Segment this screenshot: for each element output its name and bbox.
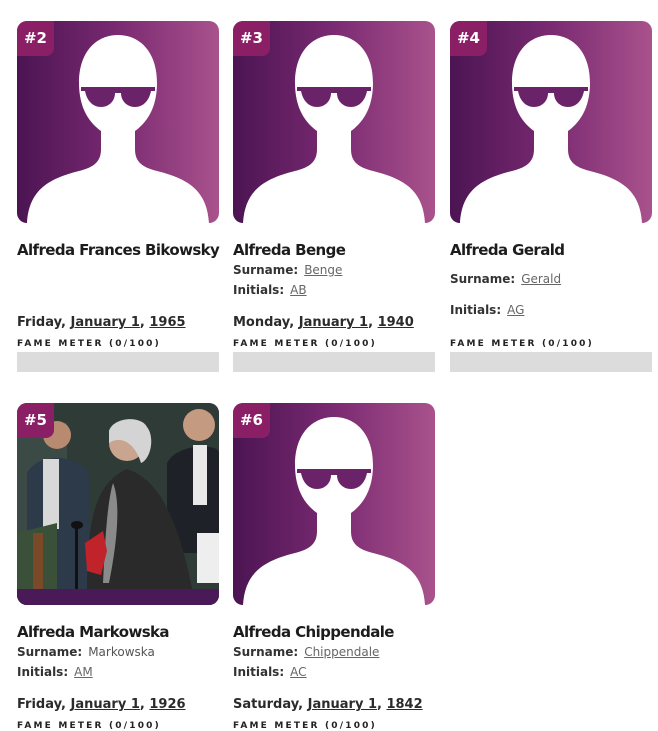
person-name[interactable]: Alfreda Gerald [450, 241, 652, 259]
surname-link[interactable]: Benge [304, 263, 342, 277]
initials-row: Initials: AC [233, 665, 307, 679]
initials-link[interactable]: AM [74, 665, 93, 679]
profile-photo[interactable]: #2 [17, 21, 219, 223]
fame-meter-label: FAME METER (0/100) [17, 339, 161, 349]
surname-row: Surname: Benge [233, 263, 343, 277]
initials-row: Initials: AM [17, 665, 93, 679]
person-card: #5 Alfreda Markowska Surname: Markowska I… [17, 403, 219, 731]
profile-photo[interactable]: #3 [233, 21, 435, 223]
birth-date: Monday, January 1, 1940 [233, 315, 414, 330]
fame-meter-bar [17, 352, 219, 372]
fame-meter-label: FAME METER (0/100) [233, 339, 377, 349]
profile-photo[interactable]: #6 [233, 403, 435, 605]
person-card: #6 Alfreda Chippendale Surname: Chippenda… [233, 403, 435, 731]
birth-year-link[interactable]: 1842 [386, 697, 422, 712]
initials-link[interactable]: AB [290, 283, 306, 297]
rank-badge: #3 [233, 21, 270, 56]
initials-row: Initials: AG [450, 303, 525, 317]
birth-date: Friday, January 1, 1965 [17, 315, 186, 330]
birth-year-link[interactable]: 1965 [149, 315, 185, 330]
birth-date-link[interactable]: January 1 [71, 697, 140, 712]
rank-badge: #6 [233, 403, 270, 438]
profile-photo[interactable]: #4 [450, 21, 652, 223]
person-name[interactable]: Alfreda Chippendale [233, 623, 435, 641]
rank-badge: #4 [450, 21, 487, 56]
initials-link[interactable]: AC [290, 665, 306, 679]
surname-row: Surname: Markowska [17, 645, 155, 659]
surname-link[interactable]: Gerald [521, 272, 561, 286]
person-name[interactable]: Alfreda Markowska [17, 623, 219, 641]
person-card: #2 Alfreda Frances Bikowsky Friday, Janu… [17, 21, 220, 372]
birth-year-link[interactable]: 1926 [149, 697, 185, 712]
fame-meter-label: FAME METER (0/100) [17, 721, 161, 731]
person-card: #3 Alfreda Benge Surname: Benge Initials:… [233, 21, 435, 372]
surname-text: Markowska [88, 645, 155, 659]
birth-date: Friday, January 1, 1926 [17, 697, 186, 712]
birth-year-link[interactable]: 1940 [378, 315, 414, 330]
initials-row: Initials: AB [233, 283, 307, 297]
initials-link[interactable]: AG [507, 303, 524, 317]
person-name[interactable]: Alfreda Benge [233, 241, 435, 259]
birth-date: Saturday, January 1, 1842 [233, 697, 423, 712]
profile-photo[interactable]: #5 [17, 403, 219, 605]
person-card: #4 Alfreda Gerald Surname: Gerald Initial… [450, 21, 652, 372]
birth-date-link[interactable]: January 1 [299, 315, 368, 330]
birth-date-link[interactable]: January 1 [308, 697, 377, 712]
fame-meter-bar [450, 352, 652, 372]
person-name[interactable]: Alfreda Frances Bikowsky [17, 241, 220, 259]
surname-link[interactable]: Chippendale [304, 645, 379, 659]
rank-badge: #2 [17, 21, 54, 56]
fame-meter-label: FAME METER (0/100) [233, 721, 377, 731]
fame-meter-bar [233, 352, 435, 372]
surname-row: Surname: Chippendale [233, 645, 380, 659]
birth-date-link[interactable]: January 1 [71, 315, 140, 330]
fame-meter-label: FAME METER (0/100) [450, 339, 594, 349]
rank-badge: #5 [17, 403, 54, 438]
surname-row: Surname: Gerald [450, 272, 562, 286]
